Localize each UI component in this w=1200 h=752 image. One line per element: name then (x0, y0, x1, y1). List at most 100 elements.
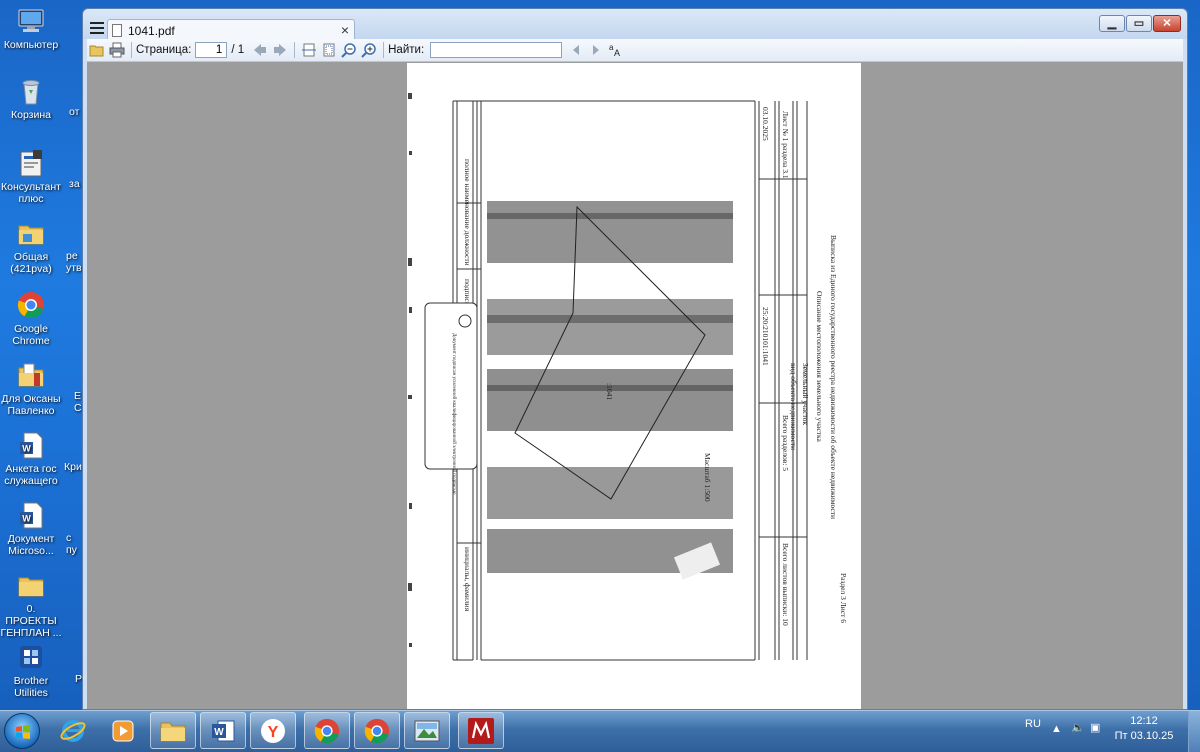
svg-text:Y: Y (268, 724, 279, 741)
start-button[interactable] (4, 713, 40, 749)
clock-time: 12:12 (1130, 715, 1158, 727)
word-icon: W (212, 720, 235, 741)
svg-text:W: W (22, 444, 31, 454)
desktop-icon-label: Google Chrome (12, 323, 50, 347)
fit-width-icon[interactable] (301, 42, 317, 58)
open-file-icon[interactable] (89, 42, 105, 58)
doc-sections-text: Всего разделов: 5 (781, 415, 790, 471)
match-case-icon[interactable]: a A (608, 42, 624, 58)
close-icon: ✕ (1162, 17, 1172, 29)
folder-icon (160, 722, 186, 741)
desktop-icon-projects[interactable]: 0. ПРОЕКТЫ ГЕНПЛАН ... (0, 570, 62, 639)
find-previous-icon[interactable] (568, 42, 584, 58)
doc-parcel-label: :1041 (605, 383, 614, 400)
taskbar-media-player-button[interactable] (100, 712, 146, 749)
taskbar-chrome-button-2[interactable] (354, 712, 400, 749)
desktop-icon-label: Документ Microsо... (7, 533, 55, 557)
desktop-cut-label: с пу (66, 532, 77, 556)
taskbar-yandex-button[interactable]: Y (250, 712, 296, 749)
desktop-icon-document[interactable]: W Документ Microsо... (0, 500, 62, 557)
pdf-page: Выписка из Единого государственного реес… (407, 63, 861, 709)
desktop-icon-label: Общая (421pva) (10, 251, 52, 275)
pdf-reader-icon (468, 717, 494, 744)
taskbar-ie-button[interactable] (50, 712, 96, 749)
recycle-bin-icon (22, 80, 40, 105)
desktop-icon-brother[interactable]: Brother Utilities (0, 642, 62, 699)
desktop-icon-label: Для Оксаны Павленко (1, 393, 61, 417)
minimize-button[interactable]: ▁ (1099, 15, 1125, 32)
doc-initials-text: инициалы, фамилия (463, 547, 472, 612)
svg-text:W: W (214, 727, 224, 738)
maximize-button[interactable]: ▭ (1126, 15, 1152, 32)
brother-utilities-icon (20, 646, 42, 668)
print-icon[interactable] (109, 42, 125, 58)
document-viewer[interactable]: Выписка из Единого государственного реес… (87, 62, 1183, 709)
tab-title: 1041.pdf (128, 24, 175, 38)
desktop-icon-computer[interactable]: Компьютер (0, 6, 62, 51)
desktop-icon-consultant[interactable]: Консультант плюс (0, 148, 62, 205)
folder-icon (18, 577, 44, 597)
desktop-icon-label: Корзина (11, 109, 51, 121)
show-hidden-icons-icon[interactable]: ▲ (1051, 723, 1062, 735)
zoom-out-icon[interactable] (341, 42, 357, 58)
language-indicator[interactable]: RU (1025, 718, 1041, 730)
page-number-input[interactable] (195, 42, 228, 58)
title-bar[interactable]: 1041.pdf × ▁ ▭ ✕ (83, 9, 1187, 41)
doc-cadastral-text: 25:20:210101:1041 (761, 307, 770, 366)
desktop-icon-folder-oksana[interactable]: Для Оксаны Павленко (0, 360, 62, 417)
taskbar-pdf-reader-button[interactable] (458, 712, 504, 749)
taskbar-explorer-button[interactable] (150, 712, 196, 749)
doc-scale-text: Масштаб 1:500 (703, 453, 712, 502)
doc-header-text: Выписка из Единого государственного реес… (829, 235, 838, 519)
doc-total-sheets-text: Всего листов выписки: 10 (781, 543, 790, 626)
ie-icon (60, 719, 86, 742)
taskbar-word-button[interactable]: W (200, 712, 246, 749)
window-controls: ▁ ▭ ✕ (1099, 15, 1181, 32)
next-page-icon[interactable] (272, 42, 288, 58)
desktop-cut-label: Р (75, 673, 83, 685)
doc-position-text: полное наименование должности (463, 159, 472, 266)
network-icon[interactable]: ▣ (1090, 721, 1100, 734)
desktop-cut-label: от (69, 106, 80, 118)
doc-sheet-text: Лист № 1 раздела 3.1 (781, 111, 790, 179)
page-label: Страница: (136, 44, 192, 56)
doc-stamp-text: Документ подписан усиленной квалифициров… (451, 333, 456, 495)
desktop-icon-shared[interactable]: Общая (421pva) (0, 218, 62, 275)
document-tab[interactable]: 1041.pdf × (107, 19, 355, 41)
taskbar-image-viewer-button[interactable] (404, 712, 450, 749)
desktop-cut-label: за (69, 178, 80, 190)
previous-page-icon[interactable] (252, 42, 268, 58)
desktop-cut-label: Е С (74, 390, 82, 414)
menu-icon[interactable] (90, 22, 104, 34)
taskbar-chrome-button-1[interactable] (304, 712, 350, 749)
svg-text:A: A (614, 48, 620, 58)
find-label: Найти: (388, 44, 425, 56)
shared-folder-icon (18, 225, 44, 245)
word-doc-icon: W (20, 432, 43, 459)
toolbar-separator (383, 42, 385, 58)
toolbar: Страница: / 1 Найти: (87, 39, 1183, 62)
fit-page-icon[interactable] (321, 42, 337, 58)
desktop-icon-recycle-bin[interactable]: Корзина (0, 76, 62, 121)
picture-icon (414, 720, 440, 741)
close-tab-icon[interactable]: × (341, 22, 349, 38)
clock[interactable]: 12:12 Пт 03.10.25 (1111, 714, 1177, 744)
word-doc-icon: W (20, 502, 43, 529)
find-next-icon[interactable] (588, 42, 604, 58)
taskbar: W Y RU ▲ 🔈 ▣ 12:12 Пт 03.10.25 (0, 710, 1200, 752)
volume-icon[interactable]: 🔈 (1071, 721, 1085, 734)
zoom-in-icon[interactable] (361, 42, 377, 58)
doc-section-footer: Раздел 3 Лист 6 (839, 573, 848, 623)
show-desktop-button[interactable] (1188, 711, 1200, 752)
close-window-button[interactable]: ✕ (1153, 15, 1181, 32)
chrome-icon (364, 718, 390, 743)
desktop-icon-anketa[interactable]: W Анкета гос служащего (0, 430, 62, 487)
computer-icon (18, 9, 44, 32)
toolbar-separator (294, 42, 296, 58)
desktop-icon-label: Brother Utilities (13, 675, 49, 699)
desktop-cut-label: Кри (64, 461, 82, 473)
toolbar-separator (131, 42, 132, 58)
desktop-icon-chrome[interactable]: Google Chrome (0, 290, 62, 347)
desktop-icon-label: Компьютер (3, 39, 59, 51)
find-input[interactable] (430, 42, 563, 58)
